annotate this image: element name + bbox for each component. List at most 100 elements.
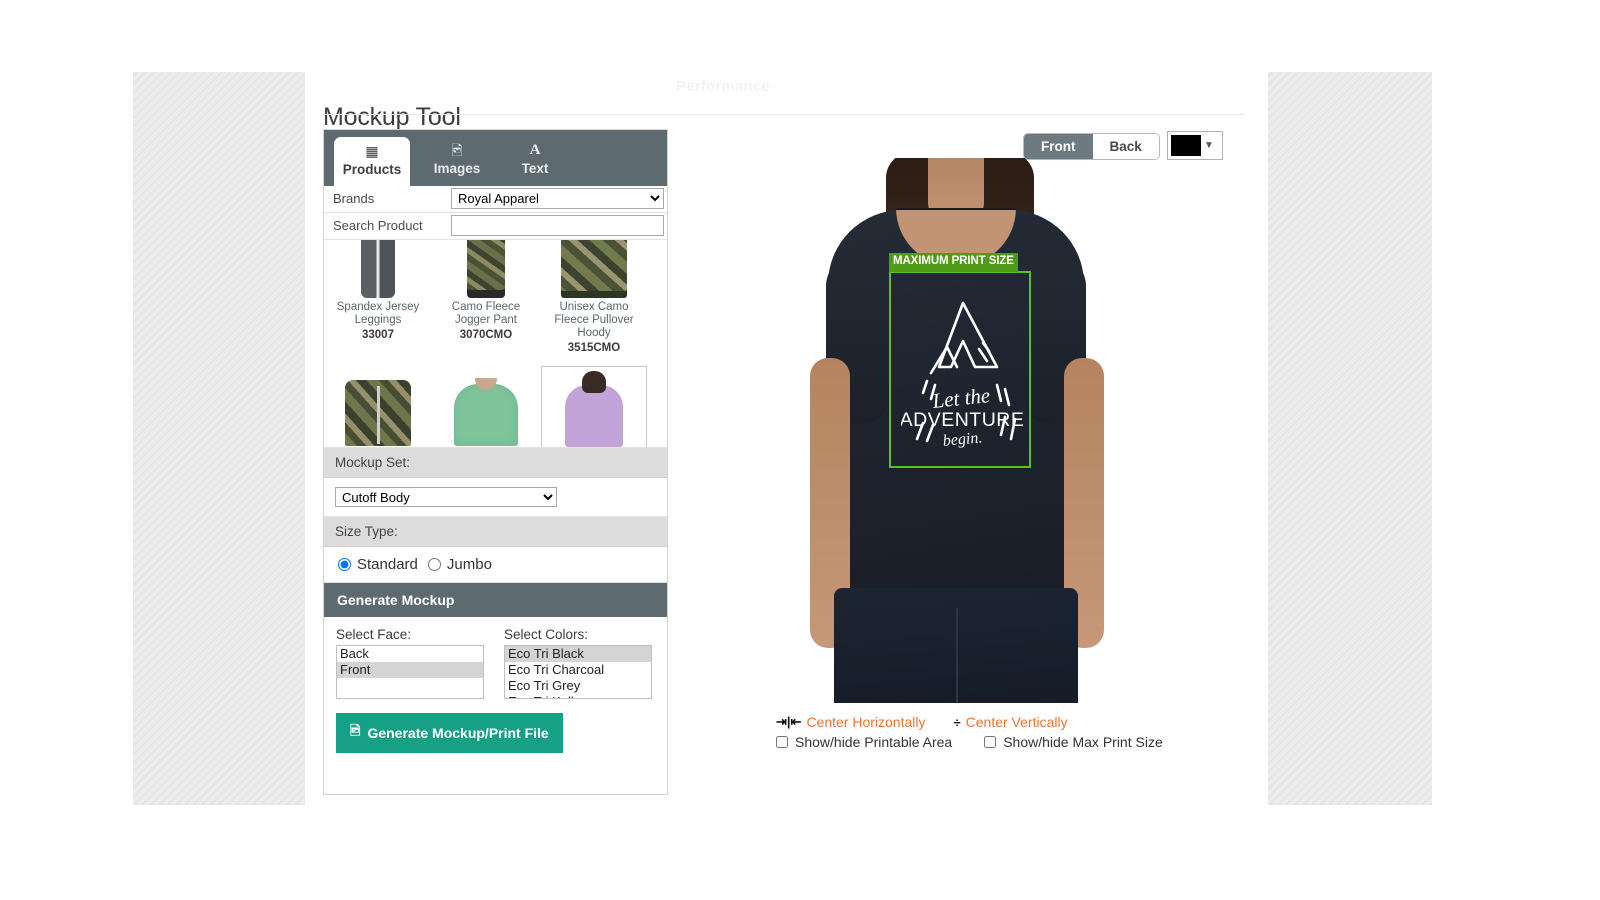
right-ad-placeholder	[1268, 72, 1432, 805]
left-ad-placeholder	[133, 72, 305, 805]
product-code: 3515CMO	[567, 342, 621, 354]
mockup-tool-panel: ▦ Products 🖻 Images A Text Brands Royal …	[323, 129, 668, 795]
tab-images-label: Images	[433, 161, 481, 176]
product-card[interactable]	[325, 366, 431, 447]
size-type-standard-radio[interactable]	[338, 558, 351, 571]
brands-row: Brands Royal Apparel	[324, 186, 667, 213]
center-vertically-link[interactable]: Center Vertically	[966, 714, 1068, 730]
visibility-checkbox-row: Show/hide Printable Area Show/hide Max P…	[776, 734, 1176, 750]
generate-mockup-body: Select Face: Back Front Select Colors: E…	[324, 617, 667, 767]
preview-front-button[interactable]: Front	[1024, 134, 1093, 159]
product-thumbnail	[433, 240, 539, 298]
mockup-set-select[interactable]: Cutoff Body	[335, 487, 557, 507]
select-colors-listbox[interactable]: Eco Tri Black Eco Tri Charcoal Eco Tri G…	[504, 645, 652, 699]
tab-text-label: Text	[521, 161, 549, 176]
product-grid[interactable]: Spandex Jersey Leggings 33007 Camo Fleec…	[324, 240, 667, 448]
select-face-listbox[interactable]: Back Front	[336, 645, 484, 699]
product-code: 33007	[362, 329, 394, 341]
image-icon: 🖻	[350, 723, 361, 738]
tab-products[interactable]: ▦ Products	[334, 137, 410, 186]
search-product-row: Search Product	[324, 213, 667, 240]
show-max-print-size-label: Show/hide Max Print Size	[1003, 734, 1163, 750]
color-option-2[interactable]: Eco Tri Grey	[505, 678, 651, 694]
search-product-label: Search Product	[324, 213, 451, 239]
color-option-0[interactable]: Eco Tri Black	[505, 646, 651, 662]
performance-watermark: Performance	[676, 78, 770, 95]
size-type-jumbo-label: Jumbo	[446, 556, 492, 573]
preview-back-button[interactable]: Back	[1092, 134, 1159, 159]
show-printable-area-item[interactable]: Show/hide Printable Area	[776, 734, 952, 750]
product-name: Camo Fleece Jogger Pant	[451, 301, 521, 326]
brands-label: Brands	[324, 186, 451, 212]
tab-products-label: Products	[342, 162, 402, 177]
show-max-print-size-checkbox[interactable]	[984, 736, 997, 748]
center-horizontal-icon: ⇥|⇤	[776, 714, 802, 729]
product-name: Spandex Jersey Leggings	[336, 301, 420, 326]
jeans	[834, 588, 1078, 703]
generate-mockup-button-label: Generate Mockup/Print File	[367, 725, 549, 741]
chevron-down-icon: ▼	[1204, 140, 1214, 151]
size-type-standard[interactable]: Standard	[338, 556, 418, 573]
mockup-set-label: Mockup Set:	[324, 448, 667, 478]
product-row	[324, 366, 667, 447]
page-title: Mockup Tool	[323, 102, 461, 131]
artwork-line-2: ADVENTURE	[901, 409, 1023, 431]
letter-a-icon: A	[529, 142, 541, 158]
color-option-1[interactable]: Eco Tri Charcoal	[505, 662, 651, 678]
alignment-controls: ⇥|⇤ Center Horizontally ÷ Center Vertica…	[776, 714, 1176, 750]
title-divider	[323, 114, 1244, 115]
product-code: 3070CMO	[459, 329, 513, 341]
product-thumbnail	[433, 368, 539, 446]
select-face-label: Select Face:	[336, 627, 412, 642]
tab-bar: ▦ Products 🖻 Images A Text	[324, 130, 667, 186]
color-picker-dropdown[interactable]: ▼	[1167, 131, 1223, 160]
image-file-icon: 🖻	[451, 142, 463, 158]
product-thumbnail	[325, 240, 431, 298]
size-type-body: Standard Jumbo	[324, 547, 667, 583]
face-toggle-group: Front Back	[1023, 133, 1160, 160]
brands-select[interactable]: Royal Apparel	[451, 188, 664, 209]
color-swatch	[1171, 135, 1201, 156]
product-name: Unisex Camo Fleece Pullover Hoody	[554, 301, 634, 339]
center-links-row: ⇥|⇤ Center Horizontally ÷ Center Vertica…	[776, 714, 1176, 730]
search-product-input[interactable]	[451, 215, 664, 236]
show-max-print-size-item[interactable]: Show/hide Max Print Size	[984, 734, 1163, 750]
artwork-line-3: begin.	[942, 429, 983, 449]
face-option-back[interactable]: Back	[337, 646, 483, 662]
center-vertical-icon: ÷	[953, 714, 961, 730]
product-card[interactable]: Unisex Camo Fleece Pullover Hoody 3515CM…	[541, 240, 647, 358]
show-printable-area-label: Show/hide Printable Area	[795, 734, 953, 750]
generate-mockup-heading: Generate Mockup	[324, 583, 667, 617]
select-face-group: Select Face: Back Front	[336, 627, 484, 699]
size-type-jumbo[interactable]: Jumbo	[427, 556, 492, 573]
tab-images[interactable]: 🖻 Images	[420, 136, 494, 186]
color-option-3[interactable]: Eco Tri Kelly	[505, 694, 651, 698]
max-print-size-box[interactable]: MAXIMUM PRINT SIZE Let the ADVENTURE beg…	[889, 253, 1031, 468]
app-root: Performance Mockup Tool ▦ Products 🖻 Ima…	[0, 0, 1600, 900]
list-box-icon: ▦	[365, 143, 379, 159]
select-colors-label: Select Colors:	[504, 627, 589, 642]
mockup-preview[interactable]: MAXIMUM PRINT SIZE Let the ADVENTURE beg…	[800, 158, 1112, 703]
select-colors-group: Select Colors: Eco Tri Black Eco Tri Cha…	[504, 627, 652, 699]
center-horizontally-link[interactable]: Center Horizontally	[806, 714, 925, 730]
product-thumbnail	[325, 368, 431, 446]
generate-mockup-button[interactable]: 🖻 Generate Mockup/Print File	[336, 713, 563, 753]
size-type-jumbo-radio[interactable]	[427, 558, 441, 571]
size-type-radio-group: Standard Jumbo	[335, 556, 667, 573]
product-row: Spandex Jersey Leggings 33007 Camo Fleec…	[324, 240, 667, 358]
product-card[interactable]: Spandex Jersey Leggings 33007	[325, 240, 431, 358]
product-thumbnail	[541, 240, 647, 298]
mockup-set-body: Cutoff Body	[324, 478, 667, 517]
artwork-design[interactable]: Let the ADVENTURE begin.	[901, 289, 1023, 457]
max-print-size-label: MAXIMUM PRINT SIZE	[889, 253, 1018, 272]
product-grid-scroll-content: Spandex Jersey Leggings 33007 Camo Fleec…	[324, 240, 667, 447]
size-type-label: Size Type:	[324, 517, 667, 547]
product-card[interactable]: Camo Fleece Jogger Pant 3070CMO	[433, 240, 539, 358]
face-option-front[interactable]: Front	[337, 662, 483, 678]
product-card-selected[interactable]	[541, 366, 647, 447]
tab-text[interactable]: A Text	[504, 136, 566, 186]
product-card[interactable]	[433, 366, 539, 447]
product-thumbnail	[542, 369, 646, 447]
show-printable-area-checkbox[interactable]	[776, 736, 788, 748]
size-type-standard-label: Standard	[357, 556, 418, 573]
